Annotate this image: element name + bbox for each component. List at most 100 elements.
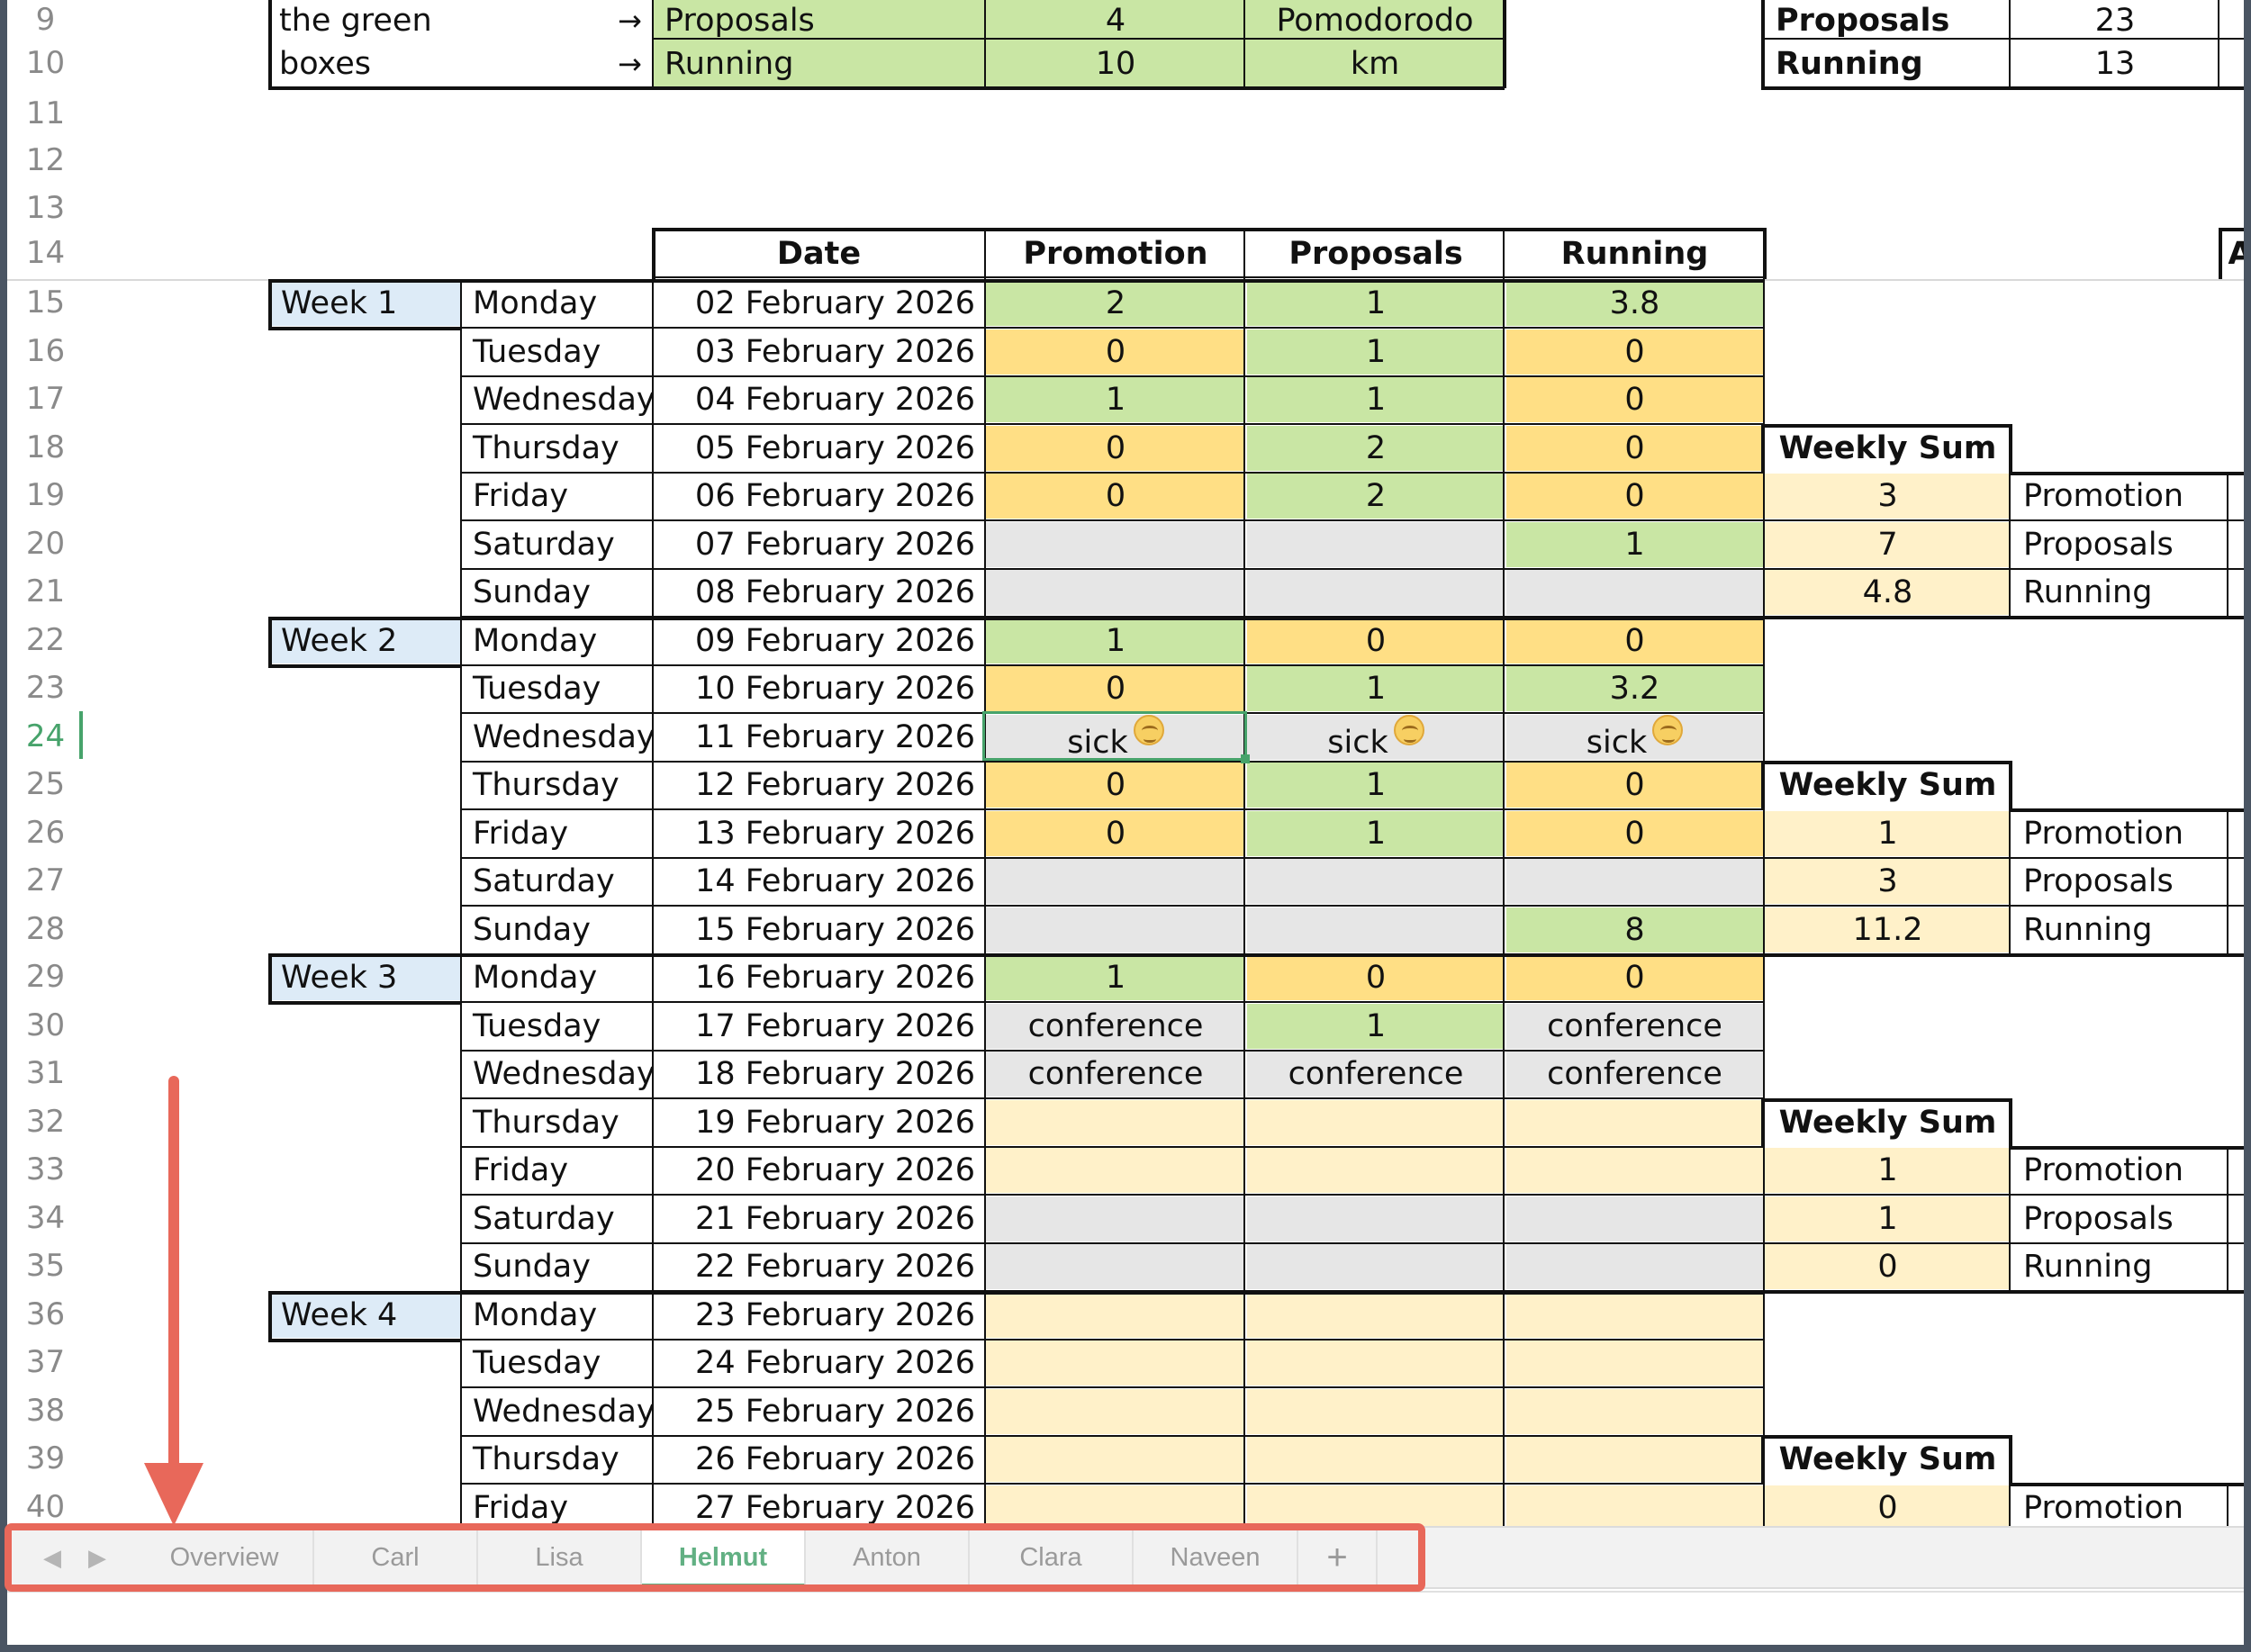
row-header[interactable]: 10	[7, 40, 84, 87]
metric-cell-running[interactable]	[1506, 1388, 1763, 1434]
metric-cell-promotion[interactable]: 1	[986, 377, 1245, 422]
row-header[interactable]: 15	[7, 279, 84, 327]
metric-cell-running[interactable]	[1506, 570, 1763, 615]
metric-cell-promotion[interactable]: 0	[986, 763, 1245, 808]
date-cell[interactable]: 26 February 2026	[654, 1437, 984, 1482]
metric-cell-promotion[interactable]	[986, 1196, 1245, 1241]
date-cell[interactable]: 13 February 2026	[654, 811, 984, 856]
metric-cell-promotion[interactable]	[986, 1099, 1245, 1145]
row-header[interactable]: 17	[7, 375, 84, 423]
metric-cell-promotion[interactable]: 0	[986, 329, 1245, 375]
metric-cell-promotion[interactable]	[986, 1244, 1245, 1289]
metric-cell-proposals[interactable]	[1247, 1099, 1505, 1145]
metric-cell-promotion[interactable]: 2	[986, 281, 1245, 326]
metric-cell-proposals[interactable]: 1	[1247, 329, 1505, 375]
date-cell[interactable]: 06 February 2026	[654, 474, 984, 519]
row-header[interactable]: 14	[7, 230, 84, 277]
metric-cell-proposals[interactable]: conference	[1247, 1052, 1505, 1097]
goal-label-cell[interactable]: Proposals	[654, 0, 986, 43]
metric-cell-running[interactable]	[1506, 1437, 1763, 1482]
metric-cell-proposals[interactable]	[1247, 1196, 1505, 1241]
row-header[interactable]: 37	[7, 1339, 84, 1386]
goal-target-cell[interactable]: 4	[986, 0, 1245, 43]
metric-cell-running[interactable]: 0	[1506, 955, 1763, 1000]
metric-cell-promotion[interactable]	[986, 859, 1245, 904]
metric-cell-proposals[interactable]	[1247, 907, 1505, 952]
date-cell[interactable]: 24 February 2026	[654, 1341, 984, 1386]
metric-cell-promotion[interactable]	[986, 907, 1245, 952]
date-cell[interactable]: 17 February 2026	[654, 1004, 984, 1049]
metric-cell-promotion[interactable]	[986, 521, 1245, 567]
metric-cell-promotion[interactable]: conference	[986, 1003, 1245, 1049]
metric-cell-running[interactable]: 1	[1506, 521, 1763, 567]
metric-cell-proposals[interactable]	[1247, 570, 1505, 615]
date-cell[interactable]: 05 February 2026	[654, 426, 984, 471]
metric-cell-proposals[interactable]	[1247, 1437, 1505, 1482]
row-header[interactable]: 38	[7, 1387, 84, 1435]
selected-cell[interactable]	[982, 711, 1247, 761]
date-cell[interactable]: 22 February 2026	[654, 1244, 984, 1289]
metric-cell-promotion[interactable]	[986, 570, 1245, 615]
date-cell[interactable]: 03 February 2026	[654, 329, 984, 375]
metric-cell-promotion[interactable]	[986, 1148, 1245, 1193]
row-header[interactable]: 24	[7, 713, 84, 761]
metric-cell-running[interactable]: 0	[1506, 377, 1763, 422]
metric-cell-running[interactable]: sick	[1506, 714, 1763, 760]
date-cell[interactable]: 02 February 2026	[654, 281, 984, 326]
date-cell[interactable]: 21 February 2026	[654, 1196, 984, 1241]
metric-cell-running[interactable]: 3.8	[1506, 281, 1763, 326]
metric-cell-proposals[interactable]: 1	[1247, 763, 1505, 808]
metric-cell-running[interactable]: 3.2	[1506, 666, 1763, 711]
row-header[interactable]: 16	[7, 328, 84, 375]
row-header[interactable]: 39	[7, 1435, 84, 1483]
metric-cell-proposals[interactable]: 2	[1247, 425, 1505, 471]
metric-cell-proposals[interactable]	[1247, 1244, 1505, 1289]
row-header[interactable]: 27	[7, 857, 84, 905]
metric-cell-running[interactable]: 8	[1506, 907, 1763, 952]
date-cell[interactable]: 09 February 2026	[654, 618, 984, 664]
metric-cell-proposals[interactable]: 0	[1247, 618, 1505, 664]
row-header[interactable]: 36	[7, 1291, 84, 1339]
metric-cell-running[interactable]: conference	[1506, 1052, 1763, 1097]
metric-cell-running[interactable]	[1506, 1148, 1763, 1193]
metric-cell-running[interactable]	[1506, 1485, 1763, 1530]
metric-cell-running[interactable]: 0	[1506, 618, 1763, 664]
row-header[interactable]: 11	[7, 90, 84, 138]
row-header[interactable]: 34	[7, 1195, 84, 1242]
metric-cell-running[interactable]	[1506, 1244, 1763, 1289]
goal-unit-cell[interactable]: Pomodorodo	[1245, 0, 1505, 43]
row-header[interactable]: 25	[7, 761, 84, 808]
row-header[interactable]: 23	[7, 664, 84, 712]
fill-handle[interactable]	[1241, 754, 1250, 763]
row-header[interactable]: 35	[7, 1242, 84, 1290]
metric-cell-proposals[interactable]: 1	[1247, 810, 1505, 856]
metric-cell-running[interactable]	[1506, 859, 1763, 904]
row-header[interactable]: 21	[7, 568, 84, 616]
metric-cell-running[interactable]	[1506, 1196, 1763, 1241]
metric-cell-running[interactable]: 0	[1506, 425, 1763, 471]
row-header[interactable]: 13	[7, 185, 84, 232]
metric-cell-promotion[interactable]: 0	[986, 425, 1245, 471]
metric-cell-promotion[interactable]: 1	[986, 618, 1245, 664]
goal-unit-cell[interactable]: km	[1245, 41, 1505, 86]
date-cell[interactable]: 15 February 2026	[654, 907, 984, 952]
date-cell[interactable]: 25 February 2026	[654, 1389, 984, 1434]
row-header[interactable]: 12	[7, 137, 84, 185]
row-header[interactable]: 26	[7, 809, 84, 857]
metric-cell-promotion[interactable]: conference	[986, 1052, 1245, 1097]
metric-cell-running[interactable]	[1506, 1341, 1763, 1386]
metric-cell-proposals[interactable]	[1247, 859, 1505, 904]
date-cell[interactable]: 12 February 2026	[654, 763, 984, 808]
goal-label-cell[interactable]: Running	[654, 41, 986, 86]
metric-cell-proposals[interactable]: 1	[1247, 281, 1505, 326]
row-header[interactable]: 31	[7, 1050, 84, 1097]
metric-cell-proposals[interactable]: 2	[1247, 474, 1505, 519]
date-cell[interactable]: 10 February 2026	[654, 666, 984, 711]
metric-cell-promotion[interactable]: 0	[986, 474, 1245, 519]
metric-cell-running[interactable]: 0	[1506, 329, 1763, 375]
metric-cell-proposals[interactable]	[1247, 1292, 1505, 1338]
metric-cell-proposals[interactable]: 0	[1247, 955, 1505, 1000]
date-cell[interactable]: 20 February 2026	[654, 1148, 984, 1193]
metric-cell-proposals[interactable]	[1247, 1148, 1505, 1193]
date-cell[interactable]: 14 February 2026	[654, 859, 984, 904]
